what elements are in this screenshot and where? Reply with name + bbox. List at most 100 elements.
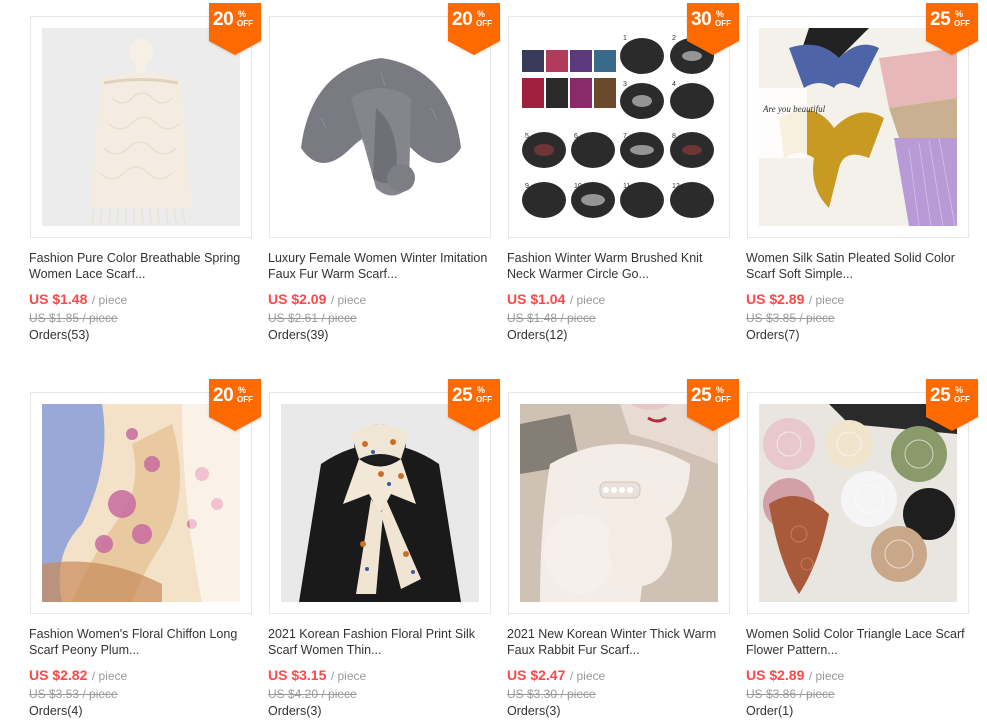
grid-number: 8: [672, 133, 676, 140]
discount-value: 25: [452, 385, 473, 406]
discount-value: 20: [452, 9, 473, 30]
card-text: Are you beautiful: [762, 104, 826, 114]
discount-off: OFF: [237, 395, 253, 404]
sale-price: US $2.09: [268, 291, 327, 307]
discount-off: OFF: [476, 19, 492, 28]
orders-count: Orders(53): [29, 328, 90, 342]
price-unit: / piece: [330, 669, 367, 683]
grid-number: 2: [672, 35, 676, 42]
discount-badge: 20 % OFF: [448, 3, 500, 55]
silk-print-scarf-image: [281, 404, 479, 602]
grid-number: 6: [574, 133, 578, 140]
price-unit: / piece: [808, 669, 845, 683]
neck-warmers-grid-image: 5 6 7 8 9 10 11 12 1 2 3 4: [520, 28, 718, 226]
grid-number: 3: [623, 81, 627, 88]
discount-badge: 25 % OFF: [687, 379, 739, 431]
price-row: US $1.04 / piece: [507, 291, 605, 309]
sale-price: US $1.04: [507, 291, 566, 307]
triangle-lace-scarves-image: [759, 404, 957, 602]
discount-badge: 30 % OFF: [687, 3, 739, 55]
orders-count: Orders(12): [507, 328, 568, 342]
price-row: US $2.09 / piece: [268, 291, 366, 309]
discount-badge: 20 % OFF: [209, 379, 261, 431]
original-price: US $3.86 / piece: [746, 687, 835, 701]
price-unit: / piece: [330, 293, 367, 307]
discount-percent: %: [238, 9, 247, 19]
price-row: US $2.89 / piece: [746, 291, 844, 309]
price-row: US $2.82 / piece: [29, 667, 127, 685]
discount-percent: %: [477, 385, 486, 395]
orders-count: Orders(7): [746, 328, 800, 342]
product-title[interactable]: Fashion Pure Color Breathable Spring Wom…: [29, 250, 253, 282]
product-title[interactable]: Luxury Female Women Winter Imitation Fau…: [268, 250, 492, 282]
product-title[interactable]: 2021 New Korean Winter Thick Warm Faux R…: [507, 626, 731, 658]
discount-off: OFF: [237, 19, 253, 28]
discount-value: 20: [213, 385, 234, 406]
discount-value: 25: [930, 385, 951, 406]
discount-value: 20: [213, 9, 234, 30]
discount-percent: %: [955, 385, 964, 395]
grid-number: 1: [623, 35, 627, 42]
grid-number: 10: [574, 183, 582, 190]
orders-count: Orders(3): [507, 704, 561, 718]
product-title[interactable]: 2021 Korean Fashion Floral Print Silk Sc…: [268, 626, 492, 658]
discount-off: OFF: [954, 19, 970, 28]
original-price: US $2.61 / piece: [268, 311, 357, 325]
discount-badge: 20 % OFF: [209, 3, 261, 55]
sale-price: US $3.15: [268, 667, 327, 683]
grid-number: 12: [672, 183, 680, 190]
product-title[interactable]: Women Solid Color Triangle Lace Scarf Fl…: [746, 626, 970, 658]
discount-off: OFF: [715, 395, 731, 404]
sale-price: US $2.89: [746, 291, 805, 307]
price-unit: / piece: [569, 293, 606, 307]
original-price: US $3.53 / piece: [29, 687, 118, 701]
cream-lace-scarf-image: [42, 28, 240, 226]
sale-price: US $2.47: [507, 667, 566, 683]
white-fur-scarf-image: [520, 404, 718, 602]
sale-price: US $2.82: [29, 667, 88, 683]
discount-value: 25: [930, 9, 951, 30]
orders-count: Orders(4): [29, 704, 83, 718]
floral-chiffon-scarf-image: [42, 404, 240, 602]
product-title[interactable]: Women Silk Satin Pleated Solid Color Sca…: [746, 250, 970, 282]
orders-count: Orders(3): [268, 704, 322, 718]
price-row: US $1.48 / piece: [29, 291, 127, 309]
orders-count: Order(1): [746, 704, 794, 718]
grid-number: 7: [623, 133, 627, 140]
price-unit: / piece: [91, 293, 128, 307]
discount-off: OFF: [476, 395, 492, 404]
price-row: US $2.89 / piece: [746, 667, 844, 685]
discount-percent: %: [477, 9, 486, 19]
gray-fur-scarf-image: [281, 28, 479, 226]
product-title[interactable]: Fashion Women's Floral Chiffon Long Scar…: [29, 626, 253, 658]
discount-value: 25: [691, 385, 712, 406]
pleated-silk-scarves-image: Are you beautiful: [759, 28, 957, 226]
price-row: US $3.15 / piece: [268, 667, 366, 685]
discount-percent: %: [238, 385, 247, 395]
sale-price: US $1.48: [29, 291, 88, 307]
grid-number: 4: [672, 81, 676, 88]
discount-off: OFF: [715, 19, 731, 28]
price-row: US $2.47 / piece: [507, 667, 605, 685]
discount-badge: 25 % OFF: [448, 379, 500, 431]
original-price: US $3.30 / piece: [507, 687, 596, 701]
original-price: US $4.20 / piece: [268, 687, 357, 701]
product-title[interactable]: Fashion Winter Warm Brushed Knit Neck Wa…: [507, 250, 731, 282]
grid-number: 11: [623, 183, 630, 190]
discount-badge: 25 % OFF: [926, 3, 978, 55]
grid-number: 9: [525, 183, 529, 190]
original-price: US $1.48 / piece: [507, 311, 596, 325]
price-unit: / piece: [808, 293, 845, 307]
original-price: US $1.85 / piece: [29, 311, 118, 325]
discount-percent: %: [716, 9, 725, 19]
discount-value: 30: [691, 9, 712, 30]
discount-percent: %: [955, 9, 964, 19]
price-unit: / piece: [91, 669, 128, 683]
price-unit: / piece: [569, 669, 606, 683]
discount-percent: %: [716, 385, 725, 395]
discount-badge: 25 % OFF: [926, 379, 978, 431]
discount-off: OFF: [954, 395, 970, 404]
grid-number: 5: [525, 133, 529, 140]
orders-count: Orders(39): [268, 328, 329, 342]
sale-price: US $2.89: [746, 667, 805, 683]
